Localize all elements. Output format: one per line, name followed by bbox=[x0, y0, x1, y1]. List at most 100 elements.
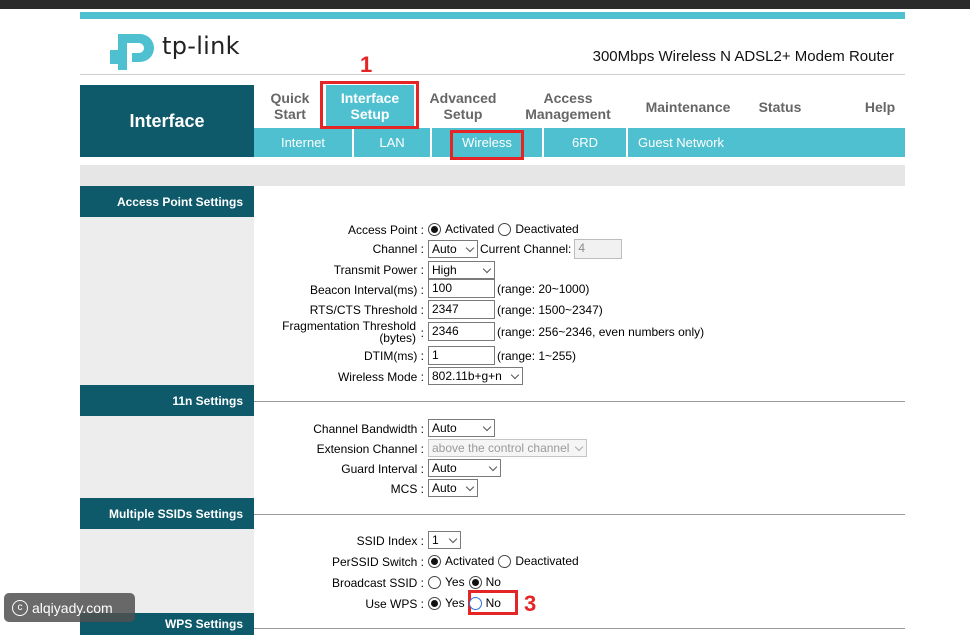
access-point-label: Access Point : bbox=[347, 223, 424, 237]
nav-label: Status bbox=[758, 99, 802, 115]
nav-label: Advanced bbox=[429, 90, 497, 106]
header-divider bbox=[80, 74, 905, 75]
rts-range: (range: 1500~2347) bbox=[497, 302, 603, 317]
nav-label: Start bbox=[274, 106, 306, 122]
broadcast-ssid-label: Broadcast SSID : bbox=[331, 576, 424, 590]
channel-control: Auto Current Channel: 4 bbox=[428, 239, 623, 259]
section-title: Interface bbox=[80, 85, 254, 157]
chevron-down-icon bbox=[448, 534, 458, 543]
content-top-band bbox=[80, 165, 905, 186]
chevron-down-icon bbox=[482, 422, 492, 431]
ssid-index-select[interactable]: 1 bbox=[428, 531, 461, 549]
transmit-power-select[interactable]: High bbox=[428, 261, 495, 279]
extension-channel-control: above the control channel bbox=[428, 439, 587, 457]
channel-bandwidth-label: Channel Bandwidth : bbox=[313, 422, 424, 436]
radio-label: No bbox=[485, 575, 501, 589]
use-wps-yes-radio[interactable] bbox=[428, 596, 441, 610]
nav-advanced-setup[interactable]: Advanced Setup bbox=[424, 90, 502, 122]
wireless-mode-control: 802.11b+g+n bbox=[428, 367, 523, 385]
use-wps-label: Use WPS : bbox=[365, 597, 424, 611]
channel-select[interactable]: Auto bbox=[428, 240, 478, 258]
nav-label: Maintenance bbox=[645, 99, 731, 115]
subnav-6rd[interactable]: 6RD bbox=[544, 128, 626, 157]
rts-threshold-input[interactable]: 2347 bbox=[428, 300, 495, 319]
annotation-number-1: 1 bbox=[360, 52, 373, 77]
chevron-down-icon bbox=[465, 482, 475, 491]
use-wps-no-radio[interactable] bbox=[468, 596, 482, 610]
select-value: Auto bbox=[432, 461, 457, 475]
radio-label: Activated bbox=[445, 222, 495, 236]
nav-maintenance[interactable]: Maintenance bbox=[640, 99, 736, 115]
chevron-down-icon bbox=[488, 462, 498, 471]
current-channel-label: Current Channel: bbox=[480, 242, 572, 256]
nav-label: Management bbox=[525, 106, 611, 122]
nav-label: Setup bbox=[443, 106, 483, 122]
brand-name: tp-link bbox=[162, 32, 240, 60]
beacon-range: (range: 20~1000) bbox=[497, 281, 590, 296]
annotation-box-2 bbox=[450, 130, 524, 160]
nav-status[interactable]: Status bbox=[752, 99, 808, 115]
radio-label: Deactivated bbox=[515, 554, 579, 568]
broadcast-ssid-control: Yes No bbox=[428, 575, 505, 589]
nav-access-management[interactable]: Access Management bbox=[520, 90, 616, 122]
top-dark-bar bbox=[0, 0, 970, 9]
chevron-down-icon bbox=[510, 370, 520, 379]
select-value: 802.11b+g+n bbox=[432, 369, 502, 383]
select-value: above the control channel bbox=[432, 441, 570, 455]
model-title: 300Mbps Wireless N ADSL2+ Modem Router bbox=[592, 48, 894, 65]
section-rule bbox=[254, 628, 905, 629]
guard-interval-label: Guard Interval : bbox=[341, 462, 424, 476]
channel-label: Channel : bbox=[372, 242, 424, 256]
dtim-input[interactable]: 1 bbox=[428, 346, 495, 365]
perssid-activated-radio[interactable] bbox=[428, 554, 441, 568]
chevron-down-icon bbox=[465, 243, 475, 252]
wireless-mode-label: Wireless Mode : bbox=[337, 370, 424, 384]
radio-label: Activated bbox=[445, 554, 495, 568]
extension-channel-select[interactable]: above the control channel bbox=[428, 439, 587, 457]
access-point-activated-radio[interactable] bbox=[428, 222, 441, 236]
use-wps-control: Yes No bbox=[428, 596, 505, 610]
beacon-interval-control: 100 (range: 20~1000) bbox=[428, 279, 589, 298]
wireless-mode-select[interactable]: 802.11b+g+n bbox=[428, 367, 523, 385]
mcs-select[interactable]: Auto bbox=[428, 479, 478, 497]
fragmentation-label: Fragmentation Threshold (bytes) bbox=[282, 320, 416, 344]
guard-interval-select[interactable]: Auto bbox=[428, 459, 501, 477]
subnav-internet[interactable]: Internet bbox=[254, 128, 352, 157]
top-accent-stripe bbox=[80, 12, 905, 19]
rts-threshold-control: 2347 (range: 1500~2347) bbox=[428, 300, 603, 319]
annotation-box-1 bbox=[320, 81, 419, 129]
select-value: High bbox=[432, 263, 457, 277]
nav-label: Help bbox=[864, 99, 896, 115]
perssid-deactivated-radio[interactable] bbox=[498, 554, 512, 568]
left-column-ap bbox=[80, 217, 254, 385]
subnav-lan[interactable]: LAN bbox=[354, 128, 430, 157]
extension-channel-label: Extension Channel : bbox=[316, 442, 424, 456]
access-point-control: Activated Deactivated bbox=[428, 222, 583, 236]
radio-label: Yes bbox=[445, 596, 465, 610]
transmit-power-label: Transmit Power : bbox=[333, 263, 424, 277]
fragmentation-control: 2346 (range: 256~2346, even numbers only… bbox=[428, 322, 704, 341]
subnav-guest-network[interactable]: Guest Network bbox=[628, 128, 734, 157]
section-header-11n: 11n Settings bbox=[80, 385, 254, 416]
mcs-control: Auto bbox=[428, 479, 478, 497]
section-header-access-point: Access Point Settings bbox=[80, 186, 254, 217]
broadcast-no-radio[interactable] bbox=[468, 575, 482, 589]
nav-help[interactable]: Help bbox=[858, 99, 902, 115]
chevron-down-icon bbox=[482, 264, 492, 273]
fragmentation-threshold-input[interactable]: 2346 bbox=[428, 322, 495, 341]
channel-bandwidth-select[interactable]: Auto bbox=[428, 419, 495, 437]
dtim-range: (range: 1~255) bbox=[497, 348, 577, 363]
ssid-index-label: SSID Index : bbox=[356, 534, 424, 548]
perssid-switch-label: PerSSID Switch : bbox=[331, 555, 424, 569]
channel-bandwidth-control: Auto bbox=[428, 419, 495, 437]
section-header-multiple-ssids: Multiple SSIDs Settings bbox=[80, 498, 254, 529]
copyright-icon: c bbox=[12, 599, 28, 616]
access-point-deactivated-radio[interactable] bbox=[498, 222, 512, 236]
beacon-interval-input[interactable]: 100 bbox=[428, 279, 495, 298]
select-value: Auto bbox=[432, 421, 457, 435]
broadcast-yes-radio[interactable] bbox=[428, 575, 441, 589]
dtim-control: 1 (range: 1~255) bbox=[428, 346, 576, 365]
radio-label: No bbox=[485, 596, 501, 610]
nav-quick-start[interactable]: Quick Start bbox=[262, 90, 318, 122]
perssid-switch-control: Activated Deactivated bbox=[428, 554, 583, 568]
